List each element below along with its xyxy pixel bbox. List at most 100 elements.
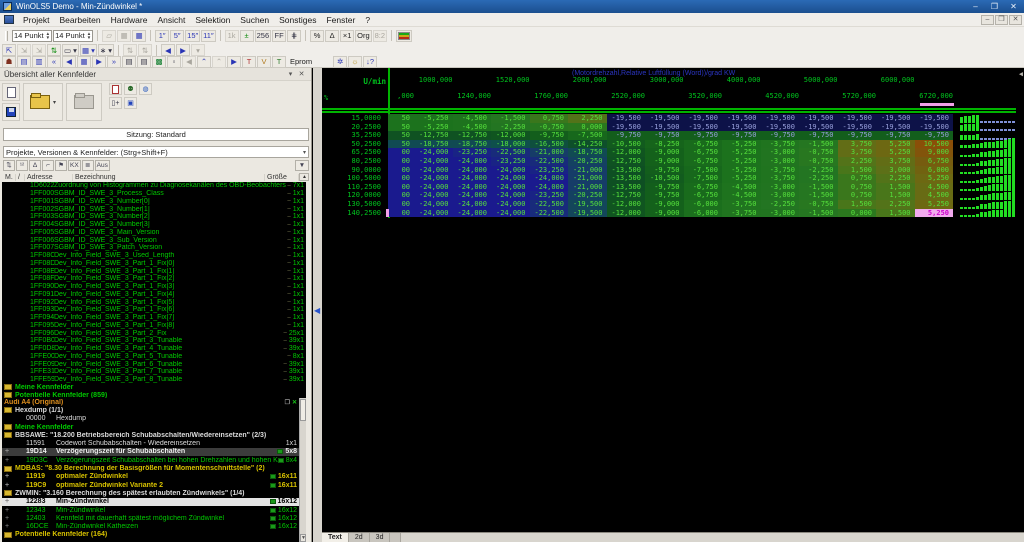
map-list-row[interactable]: 1FFE09 Dev_Info_Field_SWE_3_Part_6_Tunabl… (2, 360, 306, 368)
folder-row[interactable]: MDBAS: "8.30 Berechnung der Basisgrößen … (2, 464, 299, 472)
add-version-button[interactable]: ▯+ (109, 97, 122, 109)
horizontal-scrollbar[interactable] (401, 533, 1024, 542)
map-cell[interactable]: -20,250 (568, 191, 607, 200)
map-cell[interactable]: -3,750 (760, 139, 799, 149)
original-view-icon[interactable]: Org (355, 29, 372, 42)
close-button[interactable]: ✕ (1006, 2, 1021, 12)
map-cell[interactable]: -23,250 (452, 148, 491, 157)
map-cell[interactable]: -24,000 (414, 165, 453, 175)
session-bar[interactable]: Sitzung: Standard (3, 128, 309, 141)
nav-up-icon[interactable]: ⌃ (197, 55, 211, 68)
map-cell[interactable]: -24,000 (452, 182, 491, 192)
map-cell[interactable]: 2,250 (876, 199, 915, 209)
rows-icon[interactable]: ≣ (81, 159, 94, 171)
map-cell[interactable]: -22,500 (529, 199, 568, 209)
font-size-x-spinner[interactable]: 14 Punkt ▲ ▼ (12, 29, 53, 42)
map-cell[interactable]: 2,250 (837, 156, 876, 166)
import-project-button[interactable] (66, 83, 102, 121)
map-cell[interactable]: 9,000 (914, 148, 953, 157)
map-cell[interactable]: -19,500 (645, 122, 684, 132)
filter-dropdown-icon[interactable]: ▼ (295, 159, 309, 171)
map-cell[interactable]: -22,500 (529, 208, 568, 218)
map-cell[interactable]: -18,750 (452, 139, 491, 149)
map-cell[interactable]: -19,500 (606, 122, 645, 132)
map-cell[interactable]: -9,750 (914, 131, 953, 140)
splitter-collapse-icon[interactable]: ◀ (314, 306, 320, 315)
nav-up2-icon[interactable]: ⌃ (212, 55, 226, 68)
map-cell[interactable]: -23,250 (529, 191, 568, 200)
map-cell-cut[interactable]: 50 (388, 131, 414, 140)
col-width-15-icon[interactable]: 15″ (185, 29, 201, 42)
map-cell[interactable]: -19,500 (568, 208, 607, 218)
map-list-row[interactable]: 1FF08F Dev_Info_Field_SWE_3_Part_1_Fix[2]… (2, 275, 306, 283)
map-cell[interactable]: 5,250 (914, 174, 953, 183)
menu-?[interactable]: ? (360, 14, 375, 26)
map-cell[interactable]: -3,750 (760, 165, 799, 175)
map-cell[interactable]: -24,000 (491, 174, 530, 183)
map-cell[interactable]: -19,500 (645, 114, 684, 123)
map-cell[interactable]: -24,000 (414, 191, 453, 200)
menu-ansicht[interactable]: Ansicht (152, 14, 190, 26)
map-cell[interactable]: -19,500 (914, 122, 953, 132)
map-cell[interactable]: -12,750 (414, 131, 453, 140)
clients-button[interactable]: ⚉ (124, 83, 137, 95)
menu-selektion[interactable]: Selektion (190, 14, 235, 26)
save-project-button[interactable] (2, 103, 20, 121)
folder-row[interactable]: Potentielle Kennfelder (859) (2, 391, 306, 398)
map-cell[interactable]: -5,250 (722, 139, 761, 149)
map-cell[interactable]: -23,250 (529, 165, 568, 175)
nav-forward-icon[interactable]: ▶ (227, 55, 241, 68)
minimize-button[interactable]: – (968, 2, 983, 12)
map-cell[interactable]: -1,500 (799, 139, 838, 149)
map-cell[interactable]: -12,000 (606, 148, 645, 157)
layout-preview-icon[interactable]: ▩ (152, 55, 166, 68)
map-cell[interactable]: -10,500 (645, 174, 684, 183)
tab-2d[interactable]: 2d (348, 533, 370, 542)
map-cell[interactable]: 6,000 (914, 165, 953, 175)
menu-fenster[interactable]: Fenster (321, 14, 360, 26)
map-cell[interactable]: -10,500 (606, 139, 645, 149)
col-header-1000000[interactable]: 1000,000 (416, 76, 453, 84)
map-cell[interactable]: 5,250 (876, 139, 915, 149)
map-cell[interactable]: -21,000 (568, 174, 607, 183)
menu-bearbeiten[interactable]: Bearbeiten (54, 14, 105, 26)
map-list-row[interactable]: 1D6022 Zuordnung von Histogrammen zu Diag… (2, 182, 306, 190)
sort-icon[interactable]: ⇅ (3, 159, 15, 171)
map-list-row[interactable]: 1FF001 SGBM_ID_SWE_3_Number[0] –1x1 (2, 198, 306, 206)
col-width-11-icon[interactable]: 11″ (201, 29, 216, 42)
map-list-row[interactable]: 1FF002 SGBM_ID_SWE_3_Number[1] –1x1 (2, 205, 306, 213)
map-cell[interactable]: -23,250 (491, 156, 530, 166)
map-cell[interactable]: -4,500 (722, 182, 761, 192)
map-cell[interactable]: 5,250 (914, 208, 953, 218)
map-cell[interactable]: -0,750 (799, 148, 838, 157)
map-cell[interactable]: -5,250 (414, 114, 453, 123)
map-cell[interactable]: -3,000 (760, 208, 799, 218)
menu-projekt[interactable]: Projekt (18, 14, 54, 26)
map-cell[interactable]: -24,000 (452, 208, 491, 218)
map-cell[interactable]: -24,000 (452, 156, 491, 166)
map-cell[interactable]: -9,750 (645, 165, 684, 175)
flag-icon[interactable]: ⚑ (55, 159, 67, 171)
map-cell[interactable]: -9,750 (645, 191, 684, 200)
table-view-icon[interactable]: ▦ (132, 29, 147, 42)
map-list-row[interactable]: 1FF006 SGBM_ID_SWE_3_Sub_Version –1x1 (2, 236, 306, 244)
expand-plus-icon[interactable]: + (2, 498, 12, 505)
map-item-row[interactable]: +12283 Min-Zündwinkel 16x12 (2, 497, 299, 506)
map-cell[interactable]: -1,500 (799, 191, 838, 200)
map-cell[interactable]: -9,000 (645, 156, 684, 166)
map-cell[interactable]: -24,000 (491, 199, 530, 209)
col-header-1760000[interactable]: 1760,000 (532, 92, 568, 100)
tree-scrollbar[interactable]: ▼ (299, 398, 306, 542)
map-cell[interactable]: -4,500 (452, 114, 491, 123)
map-cell[interactable]: -19,500 (568, 199, 607, 209)
project-open-icon[interactable]: ▥ (32, 55, 46, 68)
next-map-icon[interactable]: ▶ (92, 55, 106, 68)
map-cell[interactable]: -6,750 (683, 139, 722, 149)
map-cell[interactable]: -3,750 (722, 208, 761, 218)
map-list-row[interactable]: 1FFE59 Dev_Info_Field_SWE_3_Part_8_Tunabl… (2, 376, 306, 384)
col-slash[interactable]: / (16, 173, 25, 181)
map-cell[interactable]: -24,000 (491, 208, 530, 218)
mdi-restore-button[interactable]: ❐ (995, 14, 1008, 25)
map-cell-cut[interactable]: 00 (388, 191, 414, 200)
map-cell[interactable]: -9,750 (645, 182, 684, 192)
